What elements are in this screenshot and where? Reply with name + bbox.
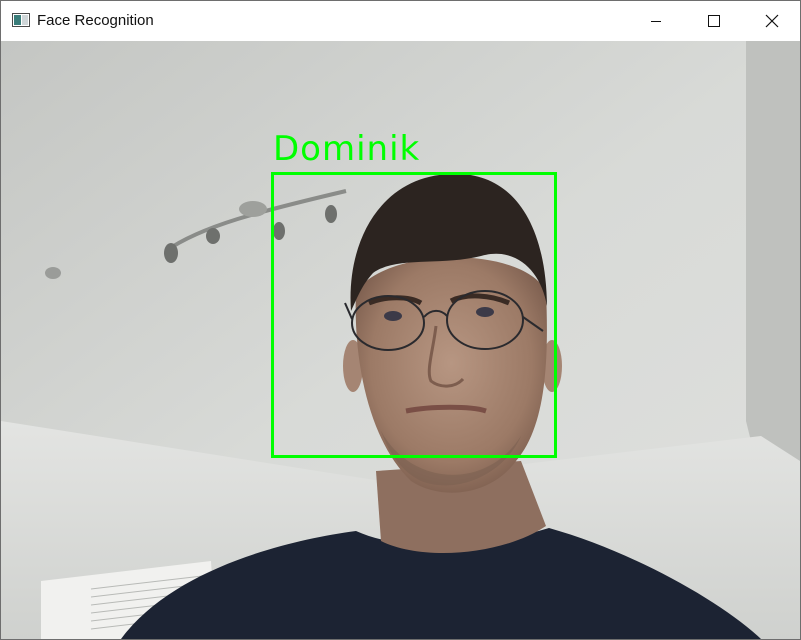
- minimize-icon: [650, 15, 662, 27]
- face-detection-box: [271, 172, 557, 458]
- title-bar[interactable]: Face Recognition: [1, 1, 800, 40]
- minimize-button[interactable]: [627, 1, 685, 40]
- maximize-button[interactable]: [685, 1, 743, 40]
- camera-feed: Dominik: [1, 41, 800, 639]
- face-detection-label: Dominik: [273, 129, 421, 169]
- window-title: Face Recognition: [37, 12, 154, 29]
- app-window: Face Recognition Dominik: [0, 0, 801, 640]
- close-icon: [765, 14, 779, 28]
- window-app-icon: [12, 13, 30, 27]
- close-button[interactable]: [743, 1, 801, 40]
- maximize-icon: [708, 14, 720, 27]
